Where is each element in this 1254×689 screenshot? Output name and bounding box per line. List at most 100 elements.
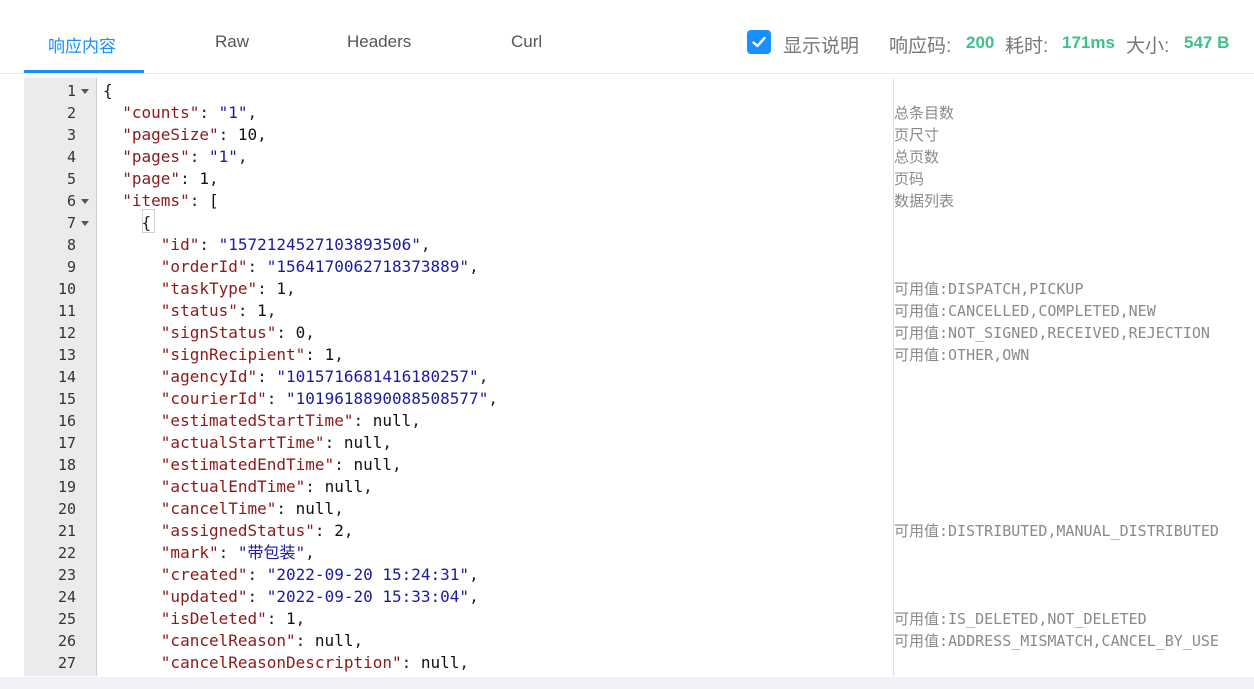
line-number: 11 [57,302,76,320]
show-description-label[interactable]: 显示说明 [783,31,859,58]
json-value: 10 [237,125,258,144]
line-number: 25 [57,610,76,628]
size-value: 547 B [1184,33,1230,52]
field-description: 数据列表 [894,192,955,210]
json-key: "cancelTime" [160,499,277,518]
code-line: "page": 1, [122,169,219,188]
line-number: 10 [57,280,76,298]
code-line: "cancelTime": null, [160,499,344,518]
code-line: "items": [ [122,191,219,210]
json-key: "created" [160,565,248,584]
tab-response-content[interactable]: 响应内容 [48,32,116,57]
code-line: "cancelReason": null, [160,631,364,650]
json-key: "counts" [122,103,200,122]
line-number: 19 [57,478,76,496]
json-key: "estimatedEndTime" [160,455,335,474]
code-line: { [103,212,152,234]
json-value: null [420,653,460,672]
json-key: "actualStartTime" [160,433,325,452]
line-number: 3 [66,126,76,144]
code-line: "estimatedEndTime": null, [160,455,402,474]
json-value: [ [208,191,219,210]
code-line: "assignedStatus": 2, [160,521,354,540]
json-key: "isDeleted" [160,609,267,628]
code-line: "taskType": 1, [160,279,296,298]
line-number: 8 [66,236,76,254]
line-number: 20 [57,500,76,518]
field-description: 总页数 [894,148,940,166]
line-number: 23 [57,566,76,584]
json-value: "1015716681416180257" [276,367,479,386]
json-value: "2022-09-20 15:33:04" [266,587,470,606]
json-value: 1 [276,279,287,298]
json-value: "1564170062718373889" [266,257,470,276]
field-description: 可用值:ADDRESS_MISMATCH,CANCEL_BY_USE [894,632,1219,650]
line-number: 13 [57,346,76,364]
code-line: "signRecipient": 1, [160,345,344,364]
code-editor[interactable]: 1 2 3 4 5 6 7 8 9 10 11 12 13 14 15 16 17 18 19 20 21 22 23 24 2… [24,78,1254,676]
code-line: "signStatus": 0, [160,323,315,342]
line-number: 21 [57,522,76,540]
json-value: null [372,411,412,430]
line-number: 7 [66,214,76,232]
tab-curl[interactable]: Curl [511,32,542,52]
code-line: "courierId": "1019618890088508577", [160,389,498,408]
line-number: 4 [66,148,76,166]
json-value: null [295,499,335,518]
code-line: "id": "1572124527103893506", [160,235,431,254]
line-number: 24 [57,588,76,606]
code-line: "actualEndTime": null, [160,477,373,496]
field-description: 页尺寸 [894,126,940,144]
line-number: 12 [57,324,76,342]
code-line: "mark": "带包装", [160,543,315,562]
fold-arrow-icon[interactable] [81,221,89,226]
json-value: 1 [324,345,335,364]
code-line: "actualStartTime": null, [160,433,392,452]
field-description: 可用值:DISTRIBUTED,MANUAL_DISTRIBUTED [894,522,1219,540]
status-code-value: 200 [966,33,995,52]
field-description: 可用值:NOT_SIGNED,RECEIVED,REJECTION [894,324,1210,342]
line-number: 17 [57,434,76,452]
json-key: "signRecipient" [160,345,306,364]
line-number: 1 [66,82,76,100]
json-value: 1 [199,169,209,188]
json-value: null [343,433,383,452]
json-key: "taskType" [160,279,258,298]
code-line: "pages": "1", [122,147,248,166]
show-description-checkbox[interactable] [747,30,771,54]
code-line: "agencyId": "1015716681416180257", [160,367,489,386]
field-description: 总条目数 [894,104,955,122]
line-number: 26 [57,632,76,650]
json-key: "orderId" [160,257,248,276]
tab-headers[interactable]: Headers [347,32,411,52]
code-line: "counts": "1", [122,103,258,122]
code-line: "isDeleted": 1, [160,609,306,628]
line-number: 6 [66,192,76,210]
json-key: "status" [160,301,238,320]
json-key: "updated" [160,587,248,606]
fold-arrow-icon[interactable] [81,89,89,94]
json-value: null [324,477,364,496]
json-value: "1" [218,103,248,122]
fold-arrow-icon[interactable] [81,199,89,204]
field-description: 可用值:IS_DELETED,NOT_DELETED [894,610,1147,628]
line-number-gutter: 1 2 3 4 5 6 7 8 9 10 11 12 13 14 15 16 17 18 19 20 21 22 23 24 2… [24,78,97,676]
json-value: "带包装" [237,543,306,562]
json-key: "agencyId" [160,367,258,386]
line-number: 27 [57,654,76,672]
json-value: "1572124527103893506" [218,235,421,254]
json-value: 0 [295,323,306,342]
json-key: "pageSize" [122,125,219,144]
field-description: 可用值:DISPATCH,PICKUP [894,280,1084,298]
horizontal-scrollbar-track[interactable] [0,677,1254,689]
line-number: 18 [57,456,76,474]
time-label: 耗时: [1005,36,1049,57]
field-description: 可用值:OTHER,OWN [894,346,1030,364]
code-line: "created": "2022-09-20 15:24:31", [160,565,479,584]
tab-raw[interactable]: Raw [215,32,249,52]
response-header: 响应内容 Raw Headers Curl 显示说明 响应码: 200 耗时: … [0,0,1254,74]
code-line: "estimatedStartTime": null, [160,411,421,430]
json-key: "assignedStatus" [160,521,315,540]
code-text: { [103,213,152,232]
json-value: 1 [257,301,267,320]
